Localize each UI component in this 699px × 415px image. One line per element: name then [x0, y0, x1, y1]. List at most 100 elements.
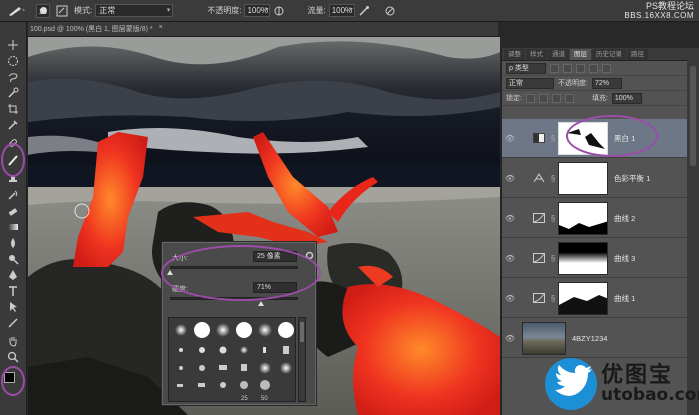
- eye-icon[interactable]: 👁: [502, 254, 518, 263]
- preset-scrollbar[interactable]: [298, 317, 306, 402]
- eye-icon[interactable]: 👁: [502, 294, 518, 303]
- layer-mask-thumbnail[interactable]: [558, 161, 608, 195]
- hardness-slider-knob[interactable]: [257, 301, 264, 306]
- size-slider-knob[interactable]: [167, 270, 173, 275]
- layer-row[interactable]: 👁 § 曲线 2: [502, 199, 688, 238]
- crop-tool[interactable]: [6, 102, 20, 115]
- lasso-tool[interactable]: [6, 70, 20, 83]
- layer-mask-thumbnail[interactable]: [558, 201, 608, 235]
- tab-history[interactable]: 历史记录: [592, 49, 626, 60]
- layer-name[interactable]: 曲线 2: [614, 213, 635, 224]
- blackwhite-icon: [530, 131, 548, 145]
- flow-field[interactable]: 100%: [328, 4, 355, 17]
- eyedropper-tool[interactable]: [6, 118, 20, 131]
- layer-filter-select[interactable]: ρ 类型: [506, 62, 546, 74]
- clone-stamp-tool[interactable]: [6, 172, 20, 185]
- quick-select-tool[interactable]: [6, 86, 20, 99]
- gear-icon[interactable]: [305, 251, 314, 260]
- fill-label: 填充:: [591, 95, 608, 102]
- layer-row[interactable]: 👁 § 曲线 3: [502, 239, 688, 278]
- brush-icon: [9, 6, 25, 16]
- zoom-tool[interactable]: [6, 350, 20, 363]
- layer-opacity-field[interactable]: 72%: [591, 77, 622, 89]
- fill-field[interactable]: 100%: [611, 92, 642, 104]
- layer-row[interactable]: 👁 § 黑白 1: [502, 119, 688, 158]
- document-tab[interactable]: 100.psd @ 100% (黑白 1, 图层蒙版/8) * ×: [28, 22, 498, 37]
- blur-tool[interactable]: [6, 236, 20, 249]
- filter-type-icon[interactable]: [576, 63, 585, 73]
- line-tool[interactable]: [6, 316, 20, 329]
- brush-tool-preset-picker[interactable]: [4, 3, 30, 19]
- tab-channels[interactable]: 通道: [548, 49, 569, 60]
- gradient-tool[interactable]: [6, 220, 20, 233]
- chain-link-icon[interactable]: §: [548, 254, 558, 263]
- dodge-tool[interactable]: [6, 252, 20, 265]
- scrollbar-thumb[interactable]: [300, 322, 304, 342]
- scrollbar-thumb[interactable]: [690, 66, 696, 166]
- layer-mask-thumbnail[interactable]: [558, 121, 608, 155]
- blend-mode-select[interactable]: 正常: [95, 4, 174, 17]
- hardness-slider[interactable]: [170, 297, 298, 300]
- pressure-opacity-icon[interactable]: [273, 5, 285, 17]
- lock-pixels-icon[interactable]: [538, 93, 548, 103]
- eye-icon[interactable]: 👁: [502, 134, 518, 143]
- crop-icon: [8, 103, 18, 114]
- brush-panel-toggle-icon[interactable]: [56, 5, 68, 17]
- opacity-field[interactable]: 100%: [244, 4, 271, 17]
- logo-english: utobao.com: [601, 385, 699, 405]
- filter-pixel-icon[interactable]: [550, 63, 559, 73]
- layer-thumbnail[interactable]: [522, 321, 566, 355]
- lock-all-icon[interactable]: [564, 93, 574, 103]
- move-tool[interactable]: [6, 38, 20, 51]
- path-selection-tool[interactable]: [6, 300, 20, 313]
- size-field[interactable]: 25 像素: [253, 251, 297, 262]
- layer-name[interactable]: 色彩平衡 1: [614, 173, 650, 184]
- layer-row[interactable]: 👁 § 曲线 1: [502, 279, 688, 318]
- filter-adjustment-icon[interactable]: [563, 63, 572, 73]
- marquee-tool[interactable]: [6, 54, 20, 67]
- eraser-tool[interactable]: [6, 204, 20, 217]
- type-tool[interactable]: [6, 284, 20, 297]
- history-brush-tool[interactable]: [6, 188, 20, 201]
- pen-tool[interactable]: [6, 268, 20, 281]
- lock-position-icon[interactable]: [551, 93, 561, 103]
- lock-transparent-icon[interactable]: [525, 93, 535, 103]
- chain-link-icon[interactable]: §: [548, 134, 558, 143]
- size-slider[interactable]: [170, 266, 298, 269]
- brush-size-picker[interactable]: 25: [36, 3, 50, 18]
- brush-preset-thumbnails[interactable]: 25 50: [169, 318, 297, 403]
- layer-row[interactable]: 👁 4BZY1234: [502, 319, 688, 358]
- layer-blend-mode-select[interactable]: 正常: [506, 77, 554, 89]
- chain-link-icon[interactable]: §: [548, 214, 558, 223]
- layer-name[interactable]: 黑白 1: [614, 133, 635, 144]
- layer-mask-thumbnail[interactable]: [558, 241, 608, 275]
- close-tab-icon[interactable]: ×: [159, 24, 163, 34]
- tab-adjustments[interactable]: 调整: [504, 49, 525, 60]
- chain-link-icon[interactable]: §: [548, 294, 558, 303]
- layer-row[interactable]: 👁 § 色彩平衡 1: [502, 159, 688, 198]
- hand-tool[interactable]: [6, 334, 20, 347]
- color-swatches[interactable]: [4, 372, 22, 390]
- chain-link-icon[interactable]: §: [548, 174, 558, 183]
- hardness-field[interactable]: 71%: [253, 282, 297, 293]
- filter-smart-icon[interactable]: [602, 63, 611, 73]
- brush-tool[interactable]: [6, 153, 20, 166]
- pressure-size-icon[interactable]: [384, 5, 396, 17]
- layer-name[interactable]: 曲线 3: [614, 253, 635, 264]
- brush-preset-grid[interactable]: 25 50: [168, 317, 296, 402]
- eye-icon[interactable]: 👁: [502, 334, 518, 343]
- layer-mask-thumbnail[interactable]: [558, 281, 608, 315]
- layer-name[interactable]: 曲线 1: [614, 293, 635, 304]
- airbrush-icon[interactable]: [358, 5, 370, 17]
- tab-layers[interactable]: 图层: [570, 49, 591, 60]
- healing-brush-tool[interactable]: [6, 136, 20, 149]
- eye-icon[interactable]: 👁: [502, 174, 518, 183]
- hand-icon: [9, 336, 17, 347]
- tools-panel: [0, 22, 27, 415]
- layer-name[interactable]: 4BZY1234: [572, 334, 607, 343]
- tab-paths[interactable]: 路径: [627, 49, 648, 60]
- eye-icon[interactable]: 👁: [502, 214, 518, 223]
- tab-styles[interactable]: 样式: [526, 49, 547, 60]
- filter-shape-icon[interactable]: [589, 63, 598, 73]
- foreground-color[interactable]: [4, 372, 15, 383]
